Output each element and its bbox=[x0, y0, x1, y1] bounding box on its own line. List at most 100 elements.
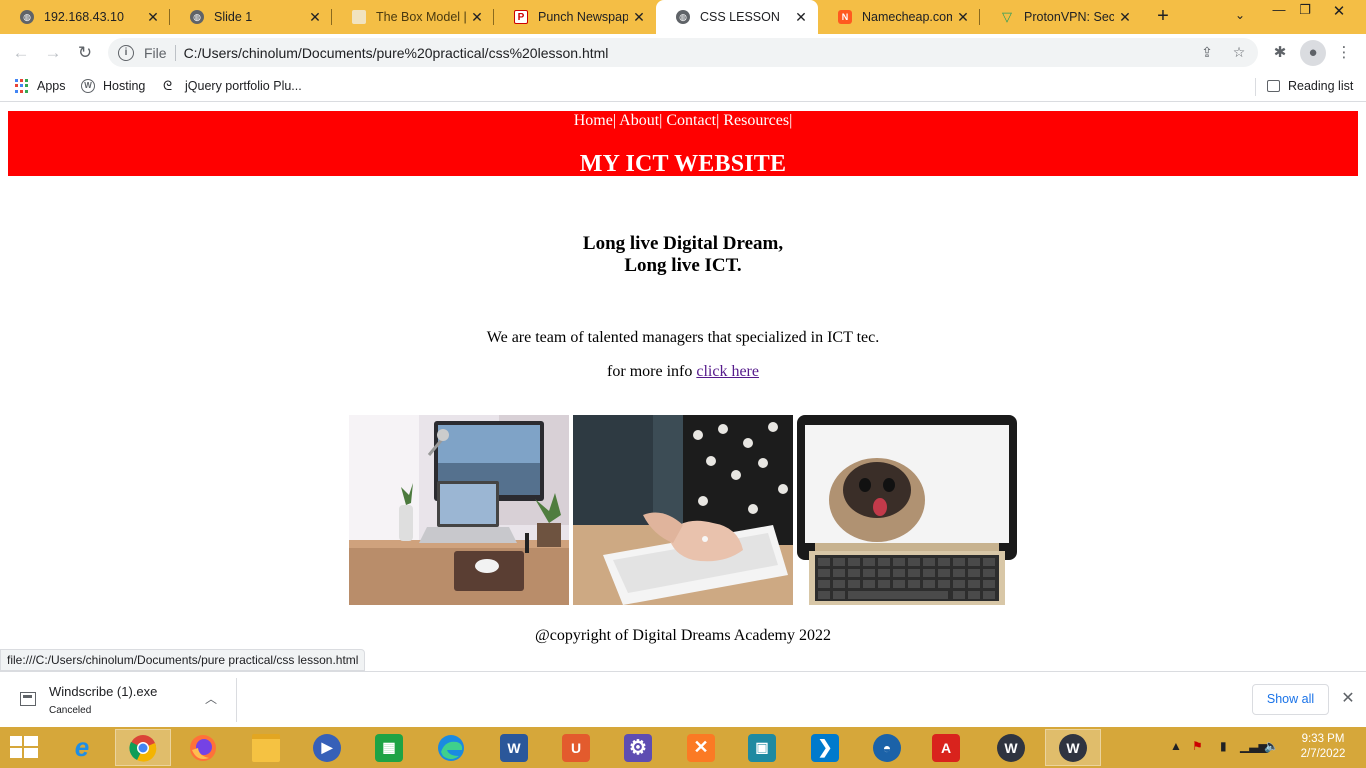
jquery-icon: ᘓ bbox=[163, 78, 173, 93]
taskbar-file-explorer[interactable] bbox=[238, 729, 294, 766]
ucbrowser-icon: ◓ bbox=[873, 733, 901, 762]
tab-title: Punch Newspaper bbox=[538, 10, 628, 24]
xampp-icon: ✕ bbox=[687, 733, 715, 762]
forward-arrow-icon[interactable]: → bbox=[40, 40, 66, 66]
taskbar-settings[interactable]: ⚙ bbox=[610, 729, 666, 766]
volume-icon[interactable]: 🔈 bbox=[1264, 739, 1279, 753]
omnibox-divider bbox=[174, 44, 176, 61]
window-close-icon[interactable]: ✕ bbox=[1324, 2, 1354, 22]
bookmark-jquery[interactable]: ᘓ jQuery portfolio Plu... bbox=[163, 77, 302, 95]
taskbar-photos[interactable]: ▣ bbox=[734, 729, 790, 766]
bookmark-apps[interactable]: Apps bbox=[15, 77, 66, 95]
taskbar-vscode[interactable]: ❯ bbox=[797, 729, 853, 766]
tab-ip[interactable]: ◍ 192.168.43.10 ✕ bbox=[0, 0, 170, 34]
tab-close-icon[interactable]: ✕ bbox=[1114, 9, 1136, 26]
taskbar-ucbrowser[interactable]: ◓ bbox=[859, 729, 915, 766]
web-page: Home| About| Contact| Resources| MY ICT … bbox=[0, 103, 1366, 671]
reading-list-button[interactable]: Reading list bbox=[1267, 77, 1353, 95]
taskbar-windscribe-2[interactable]: W bbox=[1045, 729, 1101, 766]
laptop-pug-photo bbox=[797, 415, 1017, 605]
taskbar-word[interactable]: W bbox=[486, 729, 542, 766]
back-arrow-icon[interactable]: ← bbox=[8, 40, 34, 66]
menu-kebab-icon[interactable]: ⋮ bbox=[1331, 40, 1357, 66]
tab-slide[interactable]: ◍ Slide 1 ✕ bbox=[170, 0, 332, 34]
nav-link-home[interactable]: Home bbox=[574, 112, 613, 129]
tab-close-icon[interactable]: ✕ bbox=[466, 9, 488, 26]
nav-separator: | bbox=[659, 112, 663, 129]
taskbar-uniconverter[interactable]: U bbox=[548, 729, 604, 766]
url-text[interactable]: C:/Users/chinolum/Documents/pure%20pract… bbox=[184, 45, 609, 61]
intro-text: We are team of talented managers that sp… bbox=[486, 329, 880, 346]
tab-title: Namecheap.com bbox=[862, 10, 952, 24]
new-tab-button[interactable]: + bbox=[1152, 6, 1174, 28]
bookmark-hosting[interactable]: W Hosting bbox=[81, 77, 145, 95]
tab-namecheap[interactable]: N Namecheap.com ✕ bbox=[818, 0, 980, 34]
info-icon[interactable]: i bbox=[118, 44, 134, 61]
punch-logo-icon: P bbox=[514, 10, 528, 24]
share-icon[interactable]: ⇪ bbox=[1194, 38, 1220, 67]
reload-icon[interactable]: ↻ bbox=[72, 40, 98, 66]
media-player-icon: ▶ bbox=[313, 733, 341, 762]
taskbar-clock[interactable]: 9:33 PM 2/7/2022 bbox=[1290, 732, 1356, 762]
show-all-button[interactable]: Show all bbox=[1252, 684, 1329, 715]
taskbar-edge[interactable] bbox=[423, 729, 479, 766]
address-bar[interactable]: i File C:/Users/chinolum/Documents/pure%… bbox=[108, 38, 1258, 67]
taskbar-windscribe[interactable]: W bbox=[983, 729, 1039, 766]
more-info-line: for more info click here bbox=[0, 363, 1366, 381]
tab-protonvpn[interactable]: ▽ ProtonVPN: Secur ✕ bbox=[980, 0, 1142, 34]
uniconverter-icon: U bbox=[562, 733, 590, 762]
taskbar-media-player[interactable]: ▶ bbox=[299, 729, 355, 766]
profile-avatar-icon[interactable]: ● bbox=[1300, 40, 1326, 66]
windscribe-icon: W bbox=[1059, 733, 1087, 762]
download-divider bbox=[236, 678, 237, 722]
tab-close-icon[interactable]: ✕ bbox=[790, 9, 812, 26]
nav-link-about[interactable]: About bbox=[619, 112, 659, 129]
download-file-name[interactable]: Windscribe (1).exe bbox=[49, 684, 157, 699]
windows-start-icon[interactable] bbox=[10, 736, 38, 760]
tab-css-lesson[interactable]: ◍ CSS LESSON ✕ bbox=[656, 0, 818, 34]
taskbar-internet-explorer[interactable]: e bbox=[54, 729, 110, 766]
namecheap-icon: N bbox=[838, 10, 852, 24]
taskbar-acrobat[interactable]: A bbox=[918, 729, 974, 766]
reading-list-label: Reading list bbox=[1288, 79, 1354, 93]
clock-time: 9:33 PM bbox=[1301, 733, 1345, 745]
battery-icon[interactable]: ▮ bbox=[1220, 739, 1227, 753]
bookmark-label: jQuery portfolio Plu... bbox=[185, 79, 302, 93]
restore-icon[interactable]: ❐ bbox=[1290, 2, 1320, 22]
tab-box-model[interactable]: The Box Model | Ti ✕ bbox=[332, 0, 494, 34]
nav-separator: | bbox=[612, 112, 617, 129]
download-status: Canceled bbox=[49, 705, 92, 716]
action-center-flag-icon[interactable]: ⚑ bbox=[1192, 739, 1203, 753]
slogan-line-2: Long live ICT. bbox=[624, 255, 742, 276]
gear-icon: ⚙ bbox=[624, 733, 652, 762]
click-here-link[interactable]: click here bbox=[696, 363, 759, 380]
tab-punch[interactable]: P Punch Newspaper ✕ bbox=[494, 0, 656, 34]
browser-toolbar: ← → ↻ i File C:/Users/chinolum/Documents… bbox=[0, 34, 1366, 71]
bookmark-label: Apps bbox=[37, 79, 66, 93]
edge-icon bbox=[438, 734, 464, 761]
taskbar-firefox[interactable] bbox=[175, 729, 231, 766]
close-icon[interactable]: ✕ bbox=[1339, 688, 1357, 708]
tab-close-icon[interactable]: ✕ bbox=[628, 9, 650, 26]
tab-search-chevron-icon[interactable]: ⌄ bbox=[1230, 8, 1250, 26]
taskbar-chrome[interactable] bbox=[115, 729, 171, 766]
reading-list-icon bbox=[1267, 80, 1280, 92]
tab-title: Slide 1 bbox=[214, 10, 253, 24]
status-url-bubble: file:///C:/Users/chinolum/Documents/pure… bbox=[0, 649, 366, 671]
chevron-up-icon[interactable]: ︿ bbox=[205, 690, 217, 707]
tab-close-icon[interactable]: ✕ bbox=[952, 9, 974, 26]
download-shelf: Windscribe (1).exe Canceled ︿ Show all ✕ bbox=[0, 671, 1366, 727]
nav-link-contact[interactable]: Contact bbox=[666, 112, 716, 129]
globe-icon: ◍ bbox=[190, 10, 204, 24]
extensions-puzzle-icon[interactable]: ✱ bbox=[1267, 40, 1293, 66]
bookmark-star-icon[interactable]: ☆ bbox=[1226, 38, 1252, 67]
more-info-prefix: for more info bbox=[607, 363, 693, 380]
acrobat-icon: A bbox=[932, 733, 960, 762]
taskbar-xampp[interactable]: ✕ bbox=[673, 729, 729, 766]
bookmarks-divider bbox=[1255, 78, 1256, 96]
nav-link-resources[interactable]: Resources bbox=[723, 112, 789, 129]
taskbar-store[interactable]: ▦ bbox=[361, 729, 417, 766]
tab-close-icon[interactable]: ✕ bbox=[142, 9, 164, 26]
tray-chevron-up-icon[interactable]: ▲ bbox=[1170, 739, 1182, 753]
tab-close-icon[interactable]: ✕ bbox=[304, 9, 326, 26]
